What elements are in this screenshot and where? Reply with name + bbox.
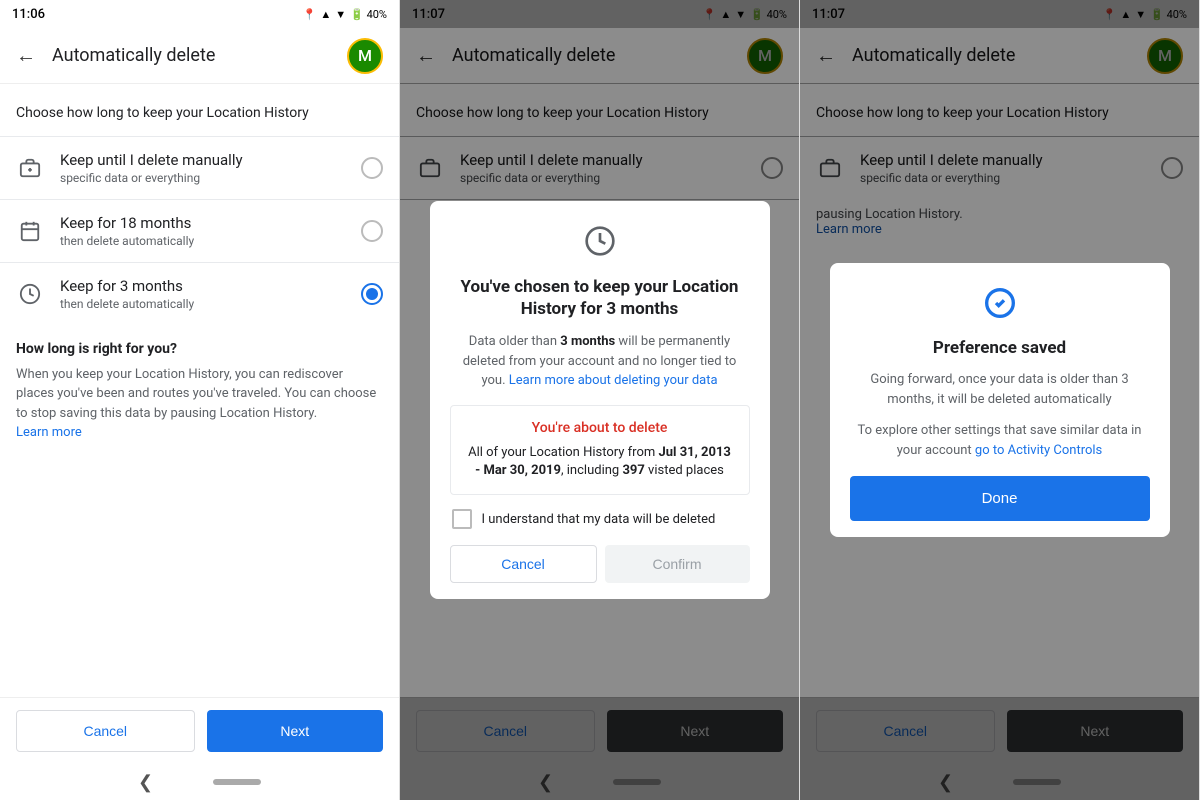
dialog-body: Data older than 3 months will be permane… bbox=[450, 332, 750, 391]
nav-back-1[interactable]: ❮ bbox=[138, 772, 153, 793]
option-label-3-1: Keep for 3 months bbox=[60, 277, 361, 295]
pref-dialog-title: Preference saved bbox=[850, 338, 1150, 358]
clock-icon-1 bbox=[16, 280, 44, 308]
understand-label: I understand that my data will be delete… bbox=[482, 512, 716, 527]
dialog-title: You've chosen to keep your Location Hist… bbox=[450, 276, 750, 320]
delete-info-box: You're about to delete All of your Locat… bbox=[450, 405, 750, 495]
next-button-1[interactable]: Next bbox=[207, 710, 384, 752]
option-text-3-1: Keep for 3 months then delete automatica… bbox=[60, 277, 361, 311]
delete-detail-text: All of your Location History from Jul 31… bbox=[465, 444, 735, 480]
option-label-18-1: Keep for 18 months bbox=[60, 214, 361, 232]
dialog-confirm-button[interactable]: Confirm bbox=[605, 545, 750, 583]
option-text-manual-1: Keep until I delete manually specific da… bbox=[60, 151, 361, 185]
briefcase-icon bbox=[16, 154, 44, 182]
wifi-icon: ▼ bbox=[335, 8, 346, 21]
option-text-18-1: Keep for 18 months then delete automatic… bbox=[60, 214, 361, 248]
dialog-buttons: Cancel Confirm bbox=[450, 545, 750, 583]
phone-panel-1: 11:06 📍 ▲ ▼ 🔋 40% ← Automatically delete… bbox=[0, 0, 400, 800]
dialog-cancel-button[interactable]: Cancel bbox=[450, 545, 597, 583]
calendar-icon-1 bbox=[16, 217, 44, 245]
dialog-overlay-2: You've chosen to keep your Location Hist… bbox=[400, 0, 799, 800]
nav-bar-1: ❮ bbox=[0, 764, 399, 800]
option-sublabel-3-1: then delete automatically bbox=[60, 297, 361, 311]
top-bar-1: ← Automatically delete M bbox=[0, 28, 399, 84]
option-3months-1[interactable]: Keep for 3 months then delete automatica… bbox=[0, 262, 399, 325]
dialog-clock-icon bbox=[450, 225, 750, 264]
option-18months-1[interactable]: Keep for 18 months then delete automatic… bbox=[0, 199, 399, 262]
option-sublabel-manual-1: specific data or everything bbox=[60, 171, 361, 185]
radio-18-1[interactable] bbox=[361, 220, 383, 242]
status-bar-1: 11:06 📍 ▲ ▼ 🔋 40% bbox=[0, 0, 399, 28]
pref-dialog-sub: To explore other settings that save simi… bbox=[850, 421, 1150, 460]
pref-dialog-body: Going forward, once your data is older t… bbox=[850, 370, 1150, 409]
nav-pill-1 bbox=[213, 779, 261, 785]
back-button-1[interactable]: ← bbox=[16, 43, 36, 68]
pref-dialog-overlay: Preference saved Going forward, once you… bbox=[800, 0, 1199, 800]
info-text-1: When you keep your Location History, you… bbox=[16, 365, 383, 443]
bottom-buttons-1: Cancel Next bbox=[0, 697, 399, 764]
battery-icon: 🔋 40% bbox=[350, 8, 387, 21]
learn-more-link-dialog[interactable]: Learn more about deleting your data bbox=[509, 373, 718, 388]
radio-3-1[interactable] bbox=[361, 283, 383, 305]
phone-panel-3: 11:07 📍 ▲ ▼ 🔋 40% ← Automatically delete… bbox=[800, 0, 1200, 800]
signal-icon: ▲ bbox=[320, 8, 331, 21]
learn-more-link-1[interactable]: Learn more bbox=[16, 425, 82, 440]
confirm-dialog: You've chosen to keep your Location Hist… bbox=[430, 201, 770, 599]
status-icons-1: 📍 ▲ ▼ 🔋 40% bbox=[303, 8, 387, 21]
cancel-button-1[interactable]: Cancel bbox=[16, 710, 195, 752]
done-button[interactable]: Done bbox=[850, 476, 1150, 521]
pref-check-icon bbox=[850, 287, 1150, 326]
page-title-1: Automatically delete bbox=[52, 45, 347, 66]
preference-saved-dialog: Preference saved Going forward, once you… bbox=[830, 263, 1170, 537]
info-section-1: How long is right for you? When you keep… bbox=[0, 325, 399, 459]
section-title-1: Choose how long to keep your Location Hi… bbox=[0, 84, 399, 136]
avatar-1[interactable]: M bbox=[347, 38, 383, 74]
option-label-manual-1: Keep until I delete manually bbox=[60, 151, 361, 169]
delete-warning-text: You're about to delete bbox=[465, 420, 735, 436]
activity-controls-link[interactable]: go to Activity Controls bbox=[975, 443, 1102, 458]
understand-checkbox[interactable] bbox=[452, 509, 472, 529]
understand-checkbox-row: I understand that my data will be delete… bbox=[450, 509, 750, 529]
option-sublabel-18-1: then delete automatically bbox=[60, 234, 361, 248]
content-1: Choose how long to keep your Location Hi… bbox=[0, 84, 399, 697]
phone-panel-2: 11:07 📍 ▲ ▼ 🔋 40% ← Automatically delete… bbox=[400, 0, 800, 800]
location-icon: 📍 bbox=[303, 8, 317, 21]
info-title-1: How long is right for you? bbox=[16, 341, 383, 357]
radio-manual-1[interactable] bbox=[361, 157, 383, 179]
option-manual-1[interactable]: Keep until I delete manually specific da… bbox=[0, 136, 399, 199]
status-time-1: 11:06 bbox=[12, 7, 45, 22]
